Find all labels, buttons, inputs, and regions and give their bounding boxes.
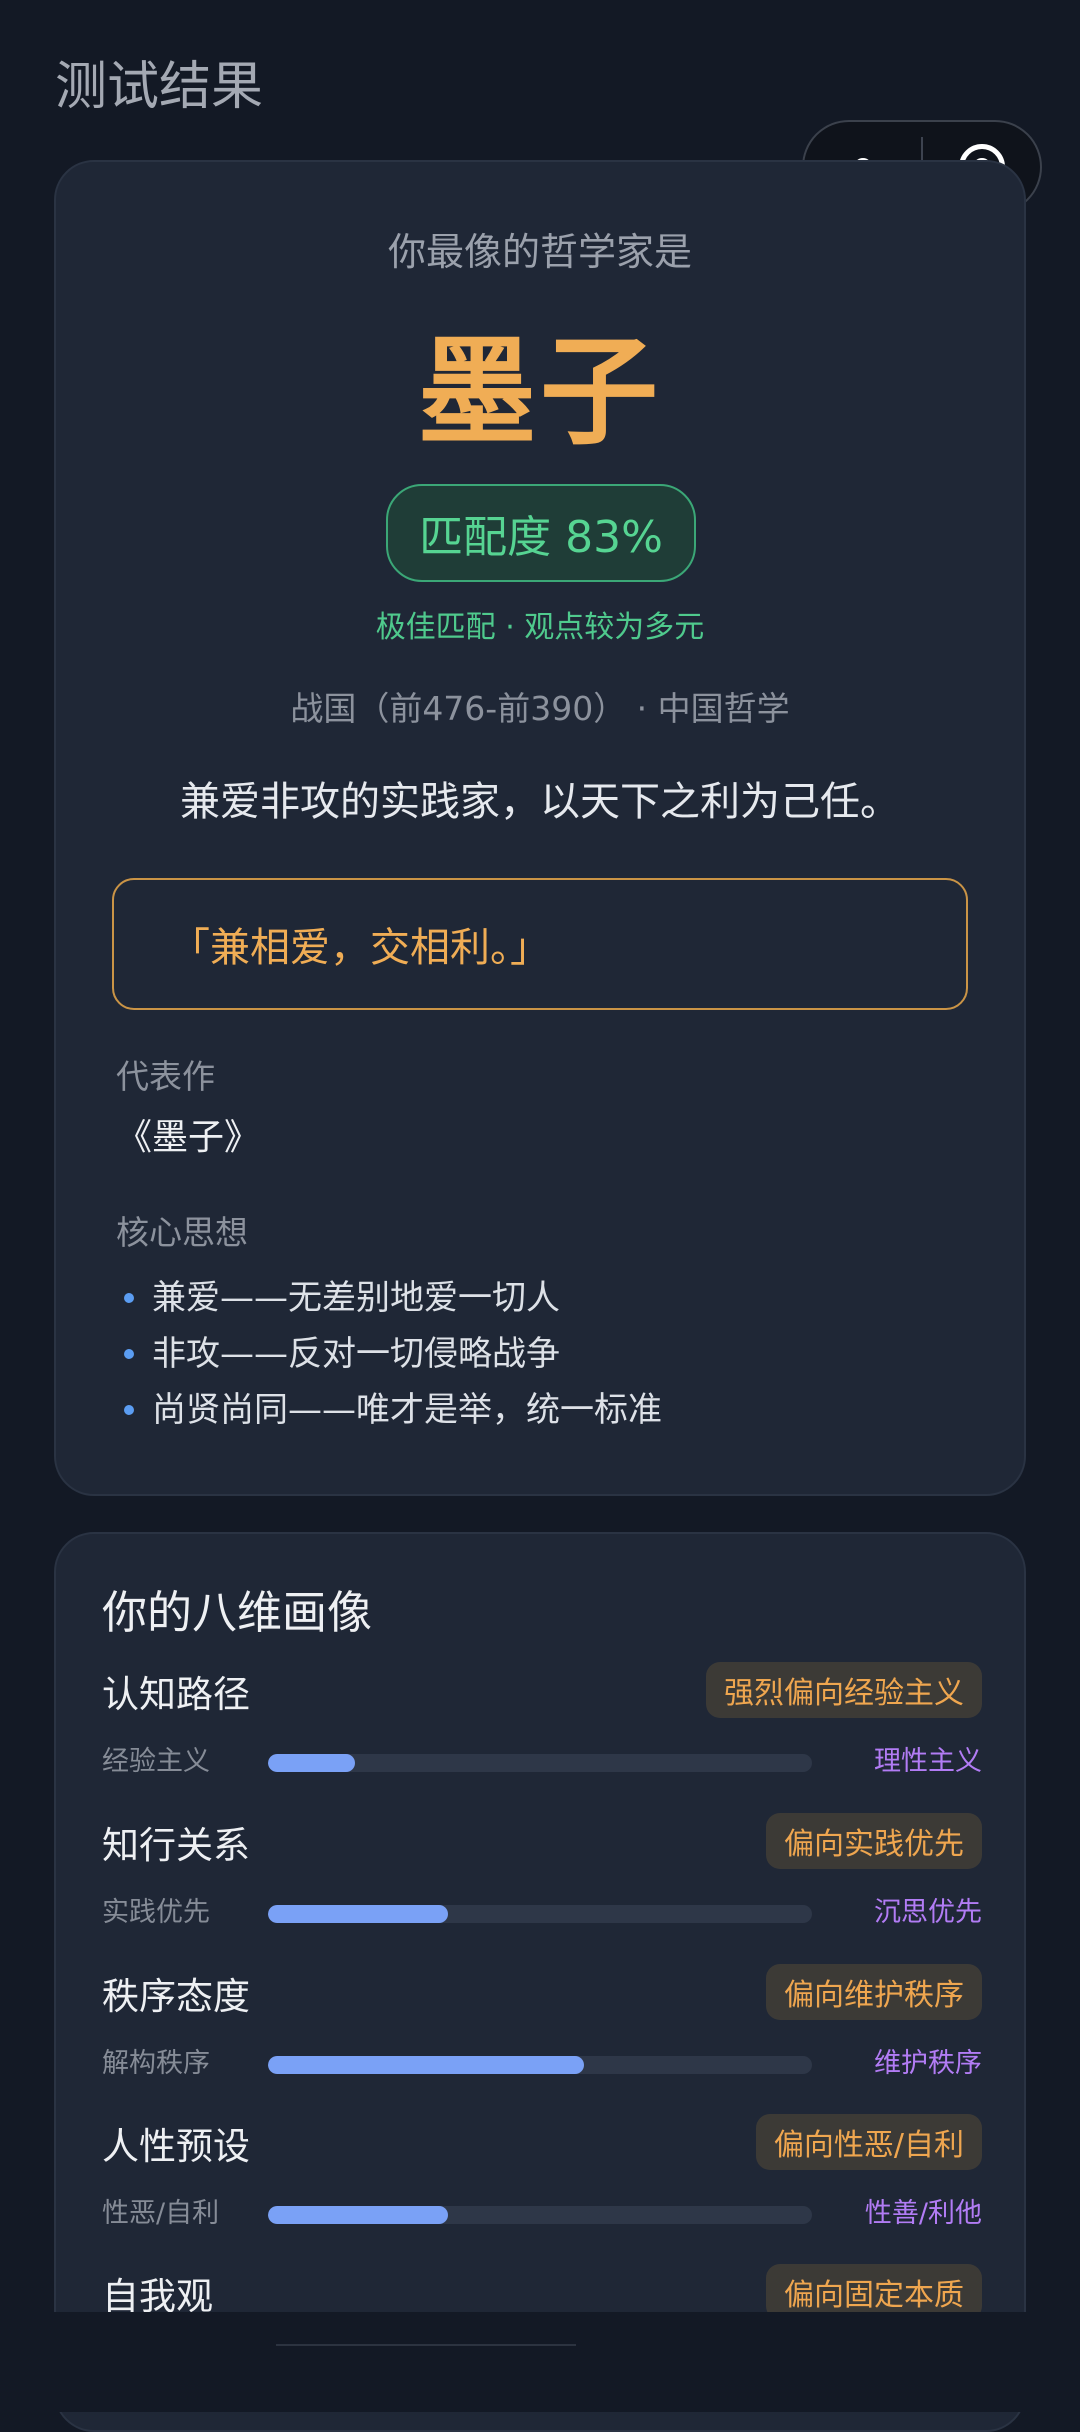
philosopher-era: 战国（前476-前390） · 中国哲学 [290,689,790,728]
core-ideas-list: 兼爱——无差别地爱一切人 非攻——反对一切侵略战争 尚贤尚同——唯才是举，统一标… [118,1270,662,1438]
portrait-title: 你的八维画像 [102,1586,373,1639]
dimension-bar-fill [268,2056,584,2074]
page-title: 测试结果 [55,57,264,117]
dimension-row: 知行关系 偏向实践优先 实践优先 沉思优先 [102,1813,982,1963]
idea-text: 尚贤尚同——唯才是举，统一标准 [152,1390,662,1430]
dimension-left-pole: 解构秩序 [102,2048,210,2079]
dimension-name: 知行关系 [102,1824,250,1867]
bullet-icon [124,1293,134,1303]
list-item: 尚贤尚同——唯才是举，统一标准 [118,1382,662,1438]
bottom-safe-area [0,2312,1080,2412]
dimension-left-pole: 经验主义 [102,1746,210,1777]
dimension-name: 认知路径 [102,1673,250,1716]
idea-text: 兼爱——无差别地爱一切人 [152,1278,560,1318]
bullet-icon [124,1349,134,1359]
dimension-right-pole: 维护秩序 [874,2048,982,2079]
dimension-bar-fill [268,1754,356,1772]
bullet-icon [124,1405,134,1415]
dimension-tag: 偏向维护秩序 [766,1964,982,2020]
dimension-left-pole: 实践优先 [102,1897,210,1928]
dimension-bar [268,2056,812,2074]
dimension-right-pole: 性善/利他 [864,2198,982,2229]
philosopher-motto: 兼爱非攻的实践家，以天下之利为己任。 [180,779,900,825]
dimension-row: 秩序态度 偏向维护秩序 解构秩序 维护秩序 [102,1964,982,2114]
dimension-right-pole: 理性主义 [874,1746,982,1777]
dimension-tag: 偏向性恶/自利 [755,2114,982,2170]
dimension-tag: 偏向实践优先 [766,1813,982,1869]
idea-text: 非攻——反对一切侵略战争 [152,1334,560,1374]
dimension-tag: 强烈偏向经验主义 [706,1662,982,1718]
dimension-bar [268,1754,812,1772]
list-item: 兼爱——无差别地爱一切人 [118,1270,662,1326]
result-subtitle: 你最像的哲学家是 [387,230,692,274]
quote-text: 「兼相爱，交相利。」 [170,925,550,971]
dimension-bar [268,2206,812,2224]
dimension-name: 人性预设 [102,2125,250,2168]
home-indicator [276,2344,576,2346]
dimension-row: 认知路径 强烈偏向经验主义 经验主义 理性主义 [102,1662,982,1812]
dimension-name: 秩序态度 [102,1975,250,2018]
dimension-bar-fill [268,2206,448,2224]
works-label: 代表作 [116,1057,215,1096]
dimension-left-pole: 性恶/自利 [102,2198,220,2229]
core-ideas-label: 核心思想 [116,1213,248,1252]
works-value: 《墨子》 [116,1117,261,1158]
dimension-right-pole: 沉思优先 [874,1897,982,1928]
quote-box: 「兼相爱，交相利。」 [112,878,968,1010]
list-item: 非攻——反对一切侵略战争 [118,1326,662,1382]
dimension-bar [268,1905,812,1923]
result-card: 你最像的哲学家是 墨子 匹配度 83% 极佳匹配 · 观点较为多元 战国（前47… [54,160,1026,1496]
dimension-bar-fill [268,1905,448,1923]
philosopher-name: 墨子 [417,323,662,461]
match-description: 极佳匹配 · 观点较为多元 [375,610,705,645]
match-badge: 匹配度 83% [386,484,696,582]
dimension-row: 人性预设 偏向性恶/自利 性恶/自利 性善/利他 [102,2114,982,2264]
portrait-card: 你的八维画像 认知路径 强烈偏向经验主义 经验主义 理性主义 知行关系 偏向实践… [54,1532,1026,2432]
